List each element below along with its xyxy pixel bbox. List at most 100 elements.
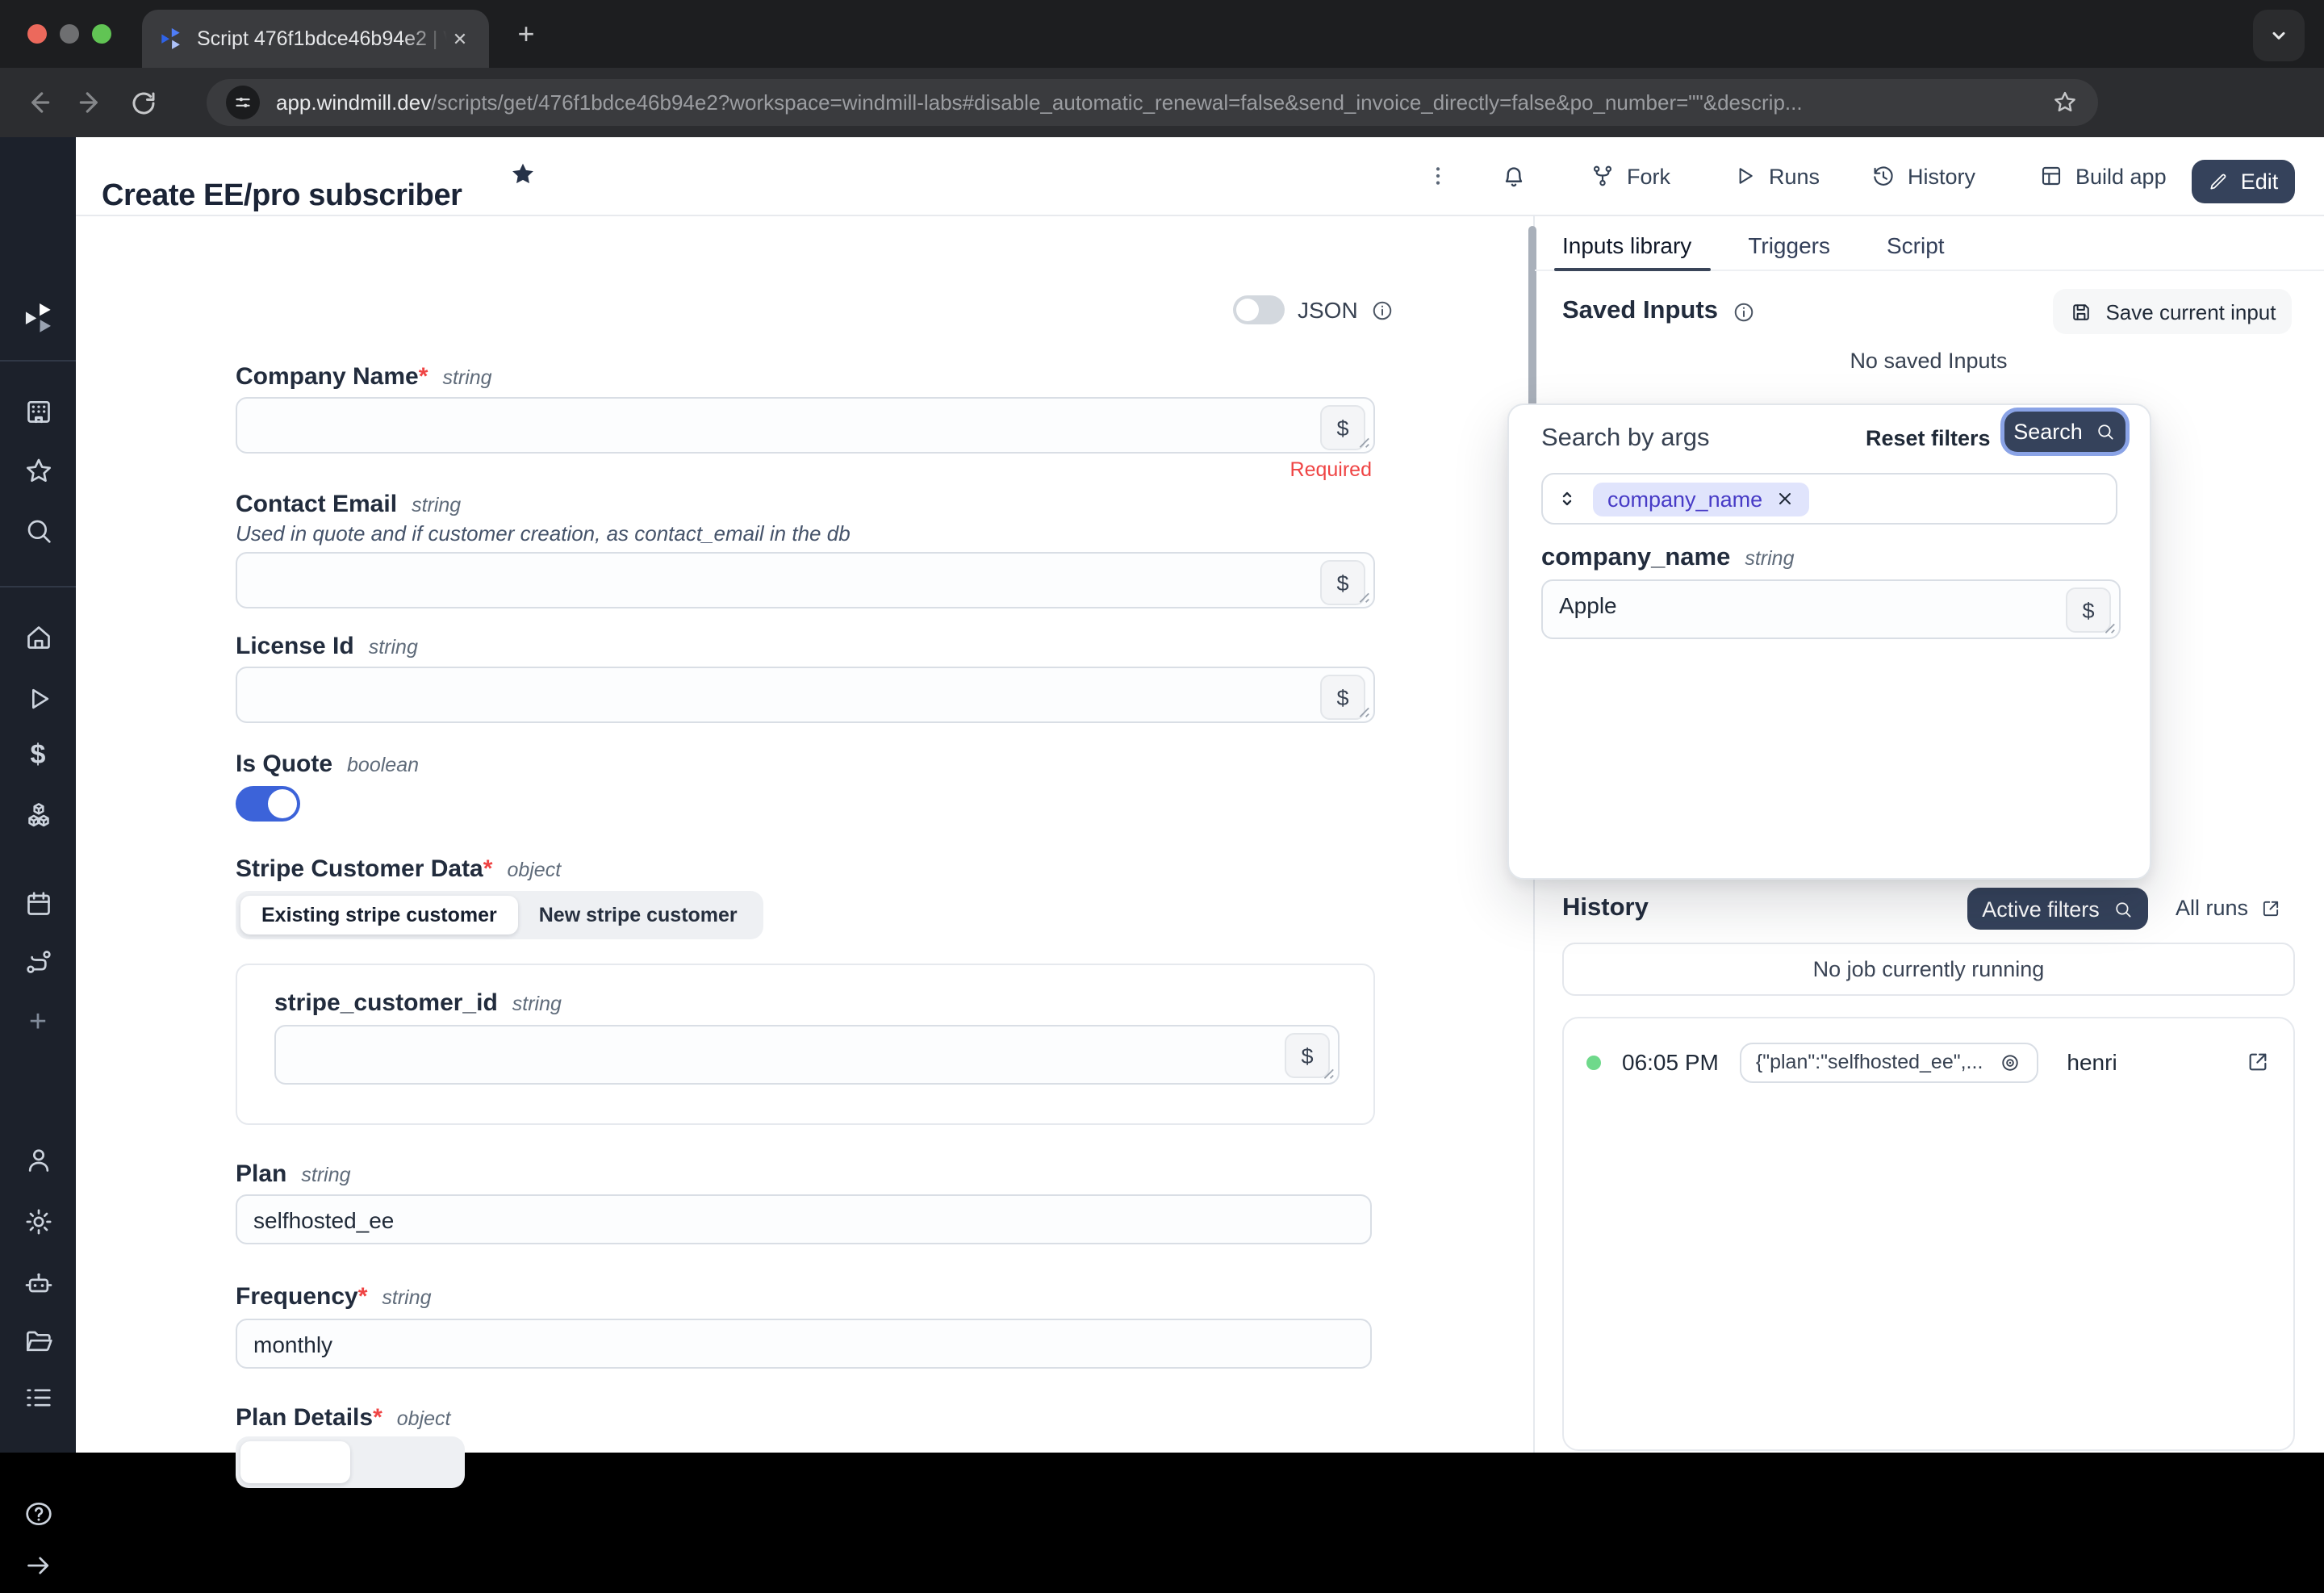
sidebar-item-runs-play-icon[interactable] [0,671,76,726]
contact-email-label-row: Contact Email string [236,491,461,518]
json-toggle[interactable] [1233,295,1285,324]
resize-grip[interactable] [1356,589,1370,604]
is-quote-toggle[interactable] [236,786,300,822]
field-description: Used in quote and if customer creation, … [236,521,851,546]
history-run-row[interactable]: 06:05 PM {"plan":"selfhosted_ee",... hen… [1586,1036,2271,1088]
info-icon[interactable] [1733,299,1757,324]
bookmark-star-icon[interactable] [2051,89,2079,116]
favorite-star-icon[interactable] [508,160,537,189]
stripe-customer-id-input[interactable] [276,1026,1338,1083]
license-id-input[interactable] [237,668,1373,721]
notifications-bell-icon[interactable] [1499,137,1528,215]
resize-grip[interactable] [1356,704,1370,718]
traffic-light-minimize[interactable] [60,24,79,44]
page-title: Create EE/pro subscriber [102,178,462,214]
is-quote-label-row: Is Quote boolean [236,751,419,778]
args-filter-select[interactable]: company_name [1541,473,2117,525]
panel-tabs: Inputs library Triggers Script [1562,220,1945,271]
contact-email-field: $ [236,552,1375,608]
windmill-logo[interactable] [0,291,76,345]
tab-script[interactable]: Script [1887,232,1945,258]
resize-grip[interactable] [1320,1065,1335,1080]
sidebar-item-workers-robot-icon[interactable] [0,1256,76,1311]
save-current-input-button[interactable]: Save current input [2053,289,2292,334]
sidebar-item-resources-cubes-icon[interactable] [0,788,76,842]
sidebar-collapse-arrow-icon[interactable] [0,1538,76,1593]
sidebar-item-search-icon[interactable] [0,504,76,558]
resize-grip[interactable] [2101,620,2116,634]
site-info-icon[interactable] [226,86,260,119]
field-type: object [507,859,561,881]
field-type: boolean [347,754,419,776]
search-icon [2096,421,2117,442]
sidebar-item-favorites-star-icon[interactable] [0,444,76,499]
open-run-external-icon[interactable] [2245,1049,2271,1075]
build-app-label: Build app [2075,164,2167,188]
plan-details-tab[interactable] [350,1441,460,1483]
all-runs-link[interactable]: All runs [2176,896,2282,920]
eye-preview-icon [1997,1050,2021,1074]
sidebar-item-logs-list-icon[interactable] [0,1370,76,1425]
license-id-field: $ [236,667,1375,723]
external-link-icon [2259,897,2282,919]
header-kebab-icon[interactable] [1425,137,1451,215]
sidebar-item-home-icon[interactable] [0,610,76,665]
traffic-light-zoom[interactable] [92,24,111,44]
sidebar-item-folders-icon[interactable] [0,1314,76,1369]
resize-grip[interactable] [1356,434,1370,449]
frequency-input[interactable]: monthly [236,1319,1372,1369]
sidebar-item-flows-route-icon[interactable] [0,934,76,989]
sidebar-item-settings-gear-icon[interactable] [0,1194,76,1249]
sidebar-item-workspace[interactable] [0,384,76,439]
tab-search-button[interactable] [2253,10,2305,61]
reload-icon[interactable] [129,88,158,117]
sidebar-item-add-plus-icon[interactable]: + [0,994,76,1049]
tab-title: Script 476f1bdce46b94e2 | W [197,27,447,50]
history-button[interactable]: History [1870,137,1975,215]
tab-close-icon[interactable]: ✕ [447,26,473,52]
contact-email-input[interactable] [237,554,1373,607]
runs-button[interactable]: Runs [1732,137,1820,215]
back-icon[interactable] [23,87,53,118]
build-app-button[interactable]: Build app [2038,137,2167,215]
search-button[interactable]: Search [2004,412,2125,452]
app-header: Create EE/pro subscriber Fork Runs Histo… [76,137,2324,216]
sidebar-item-help-icon[interactable] [0,1486,76,1541]
new-tab-button[interactable]: + [505,18,547,50]
plan-input[interactable]: selfhosted_ee [236,1194,1372,1244]
active-filters-button[interactable]: Active filters [1967,888,2148,930]
tab-triggers[interactable]: Triggers [1748,232,1830,258]
sidebar-item-variables-dollar-icon[interactable]: $ [0,726,76,781]
popup-value-field: Apple $ [1541,579,2121,639]
stripe-customer-id-label-row: stripe_customer_id string [274,989,562,1017]
chip-remove-x-icon[interactable] [1775,489,1795,508]
info-icon[interactable] [1371,298,1395,322]
run-args-pill[interactable]: {"plan":"selfhosted_ee",... [1740,1042,2038,1082]
tab-inputs-library[interactable]: Inputs library [1562,232,1691,258]
plan-details-tab[interactable] [240,1441,350,1483]
arg-chip: company_name [1593,482,1809,516]
browser-tab[interactable]: Script 476f1bdce46b94e2 | W ✕ [142,10,489,68]
history-list-card: 06:05 PM {"plan":"selfhosted_ee",... hen… [1562,1017,2295,1451]
json-toggle-label: JSON [1298,297,1358,323]
sidebar-item-schedules-calendar-icon[interactable] [0,876,76,931]
active-filters-label: Active filters [1982,897,2100,921]
sidebar-item-user-icon[interactable] [0,1133,76,1188]
field-label: Stripe Customer Data* [236,855,492,883]
edit-button[interactable]: Edit [2192,160,2295,203]
save-floppy-icon [2068,299,2092,324]
company-name-input[interactable] [237,399,1373,452]
address-bar[interactable]: app.windmill.dev/scripts/get/476f1bdce46… [207,79,2098,126]
reset-filters-link[interactable]: Reset filters [1866,426,1991,450]
tab-existing-stripe-customer[interactable]: Existing stripe customer [240,896,518,934]
all-runs-label: All runs [2176,896,2248,920]
stripe-customer-card: stripe_customer_id string $ [236,964,1375,1125]
forward-icon[interactable] [76,87,107,118]
fork-button[interactable]: Fork [1590,137,1670,215]
field-label: Is Quote [236,751,332,778]
tab-new-stripe-customer[interactable]: New stripe customer [518,896,759,934]
popup-value-input[interactable]: Apple [1543,581,2119,638]
traffic-light-close[interactable] [27,24,47,44]
url-text: app.windmill.dev/scripts/get/476f1bdce46… [276,90,2038,115]
field-label: company_name [1541,544,1730,573]
